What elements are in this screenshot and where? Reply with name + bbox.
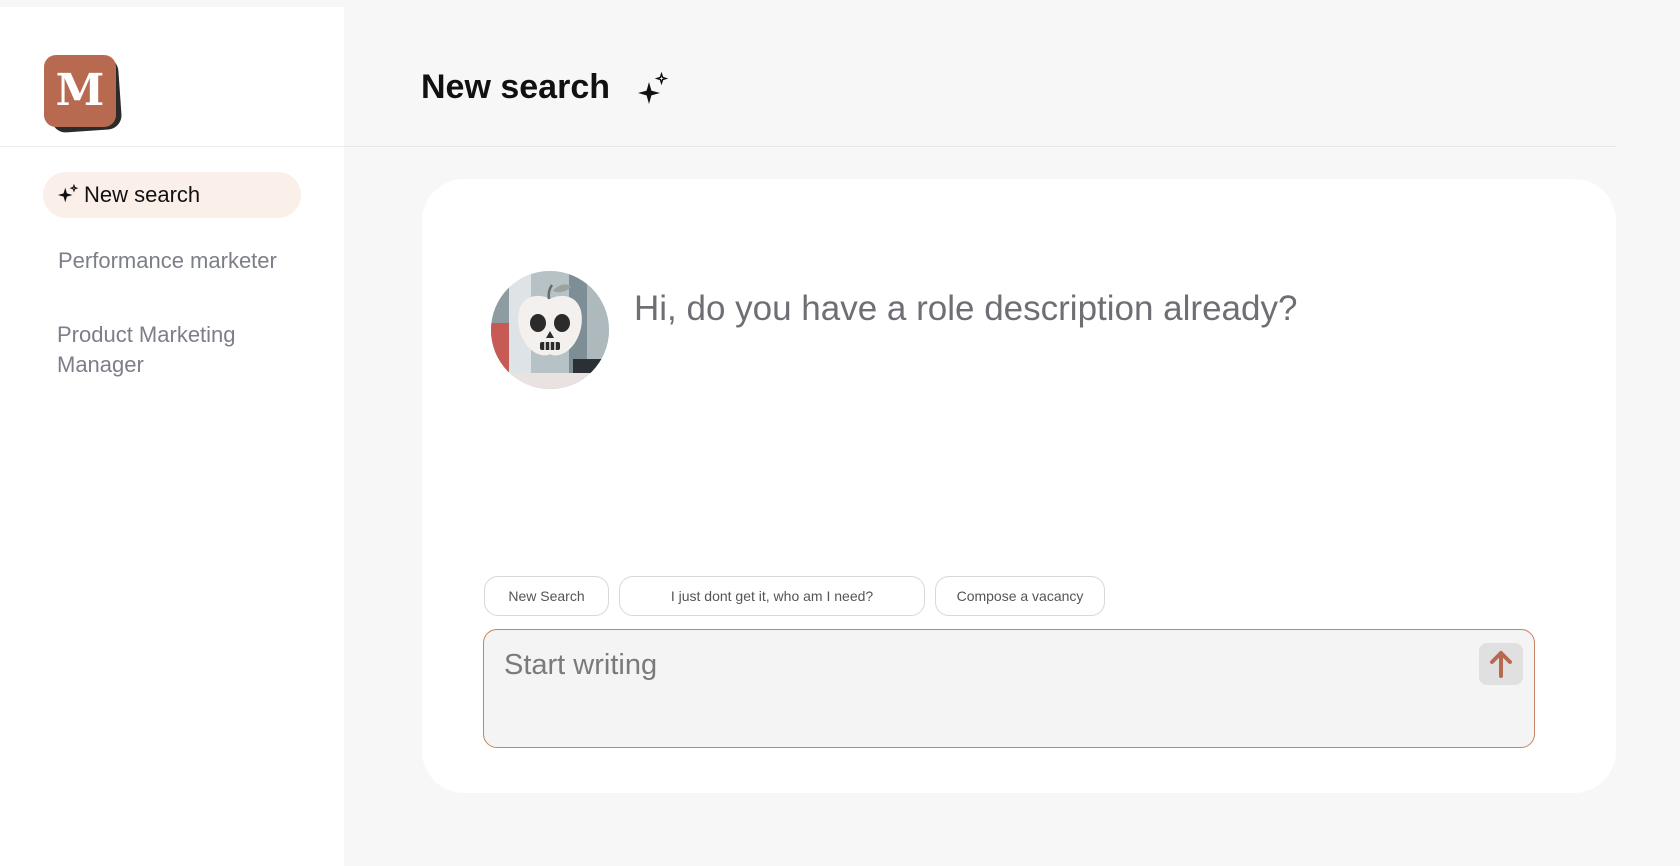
header-divider — [344, 146, 1616, 147]
assistant-message: Hi, do you have a role description alrea… — [634, 289, 1298, 328]
page-title: New search — [421, 68, 610, 106]
suggestion-who-do-i-need[interactable]: I just dont get it, who am I need? — [619, 576, 925, 616]
skull-apple-avatar-icon — [491, 271, 609, 389]
sidebar-divider — [0, 146, 344, 147]
sidebar-new-search-button[interactable]: New search — [43, 172, 301, 218]
sparkle-icon — [57, 184, 79, 203]
message-composer — [483, 629, 1535, 748]
suggestion-compose-vacancy[interactable]: Compose a vacancy — [935, 576, 1105, 616]
sidebar: M New search Performance marketer Produc… — [0, 7, 344, 866]
sidebar-new-search-label: New search — [84, 182, 201, 207]
sidebar-item-product-marketing-manager[interactable]: Product Marketing Manager — [57, 320, 287, 380]
message-input[interactable] — [502, 644, 1406, 686]
suggestion-new-search[interactable]: New Search — [484, 576, 609, 616]
app-logo[interactable]: M — [44, 55, 124, 135]
arrow-up-icon — [1490, 651, 1512, 678]
logo-monogram: M — [44, 55, 116, 127]
send-button[interactable] — [1479, 643, 1523, 685]
sidebar-item-performance-marketer[interactable]: Performance marketer — [58, 246, 288, 276]
assistant-avatar — [491, 271, 609, 389]
sparkle-icon — [638, 72, 669, 104]
